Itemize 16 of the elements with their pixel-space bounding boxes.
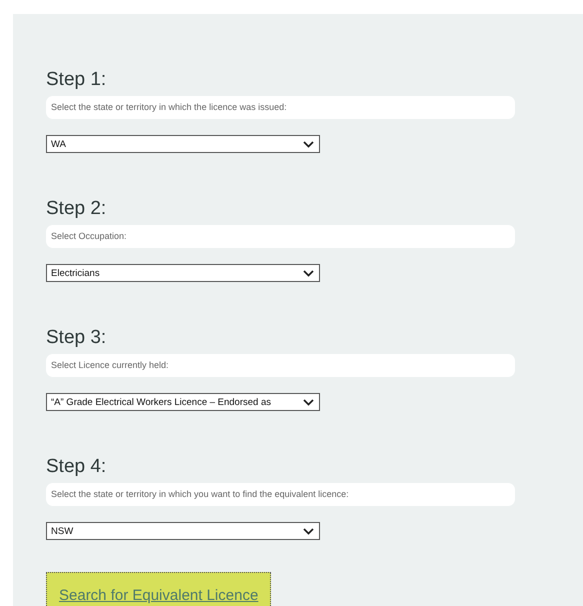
dropdown[interactable]: WA bbox=[46, 135, 320, 153]
dropdown[interactable]: “A” Grade Electrical Workers Licence – Endorsed as bbox=[46, 393, 320, 411]
chevron-down-icon bbox=[303, 528, 314, 534]
step-instruction: Select Licence currently held: bbox=[46, 354, 515, 377]
chevron-down-icon bbox=[303, 140, 314, 148]
chevron-down-icon bbox=[303, 270, 314, 276]
step-instruction: Select the state or territory in which you want to find the equivalent licence: bbox=[46, 483, 515, 506]
step-heading: Step 1: bbox=[46, 68, 108, 92]
dropdown[interactable]: Electricians bbox=[46, 264, 320, 282]
dropdown[interactable]: NSW bbox=[46, 522, 320, 540]
chevron-down-icon bbox=[303, 398, 314, 406]
step-heading: Step 3: bbox=[46, 326, 108, 350]
step-heading: Step 4: bbox=[46, 455, 108, 479]
step-instruction: Select the state or territory in which the licence was issued: bbox=[46, 96, 515, 119]
step-heading: Step 2: bbox=[46, 197, 108, 221]
step-instruction: Select Occupation: bbox=[46, 225, 515, 248]
